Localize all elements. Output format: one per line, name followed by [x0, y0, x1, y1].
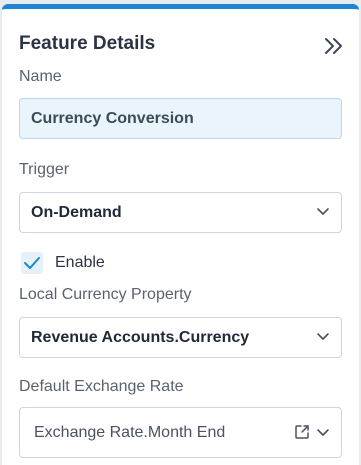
name-label: Name [19, 68, 62, 85]
local-currency-property-label: Local Currency Property [19, 286, 192, 303]
feature-details-panel: Feature Details Name Currency Conversion… [2, 4, 359, 465]
panel-title: Feature Details [19, 33, 156, 54]
name-value: Currency Conversion [31, 110, 194, 127]
trigger-select[interactable]: On-Demand [19, 192, 342, 233]
default-exchange-rate-select[interactable]: Exchange Rate.Month End [19, 407, 342, 458]
chevron-down-icon [317, 208, 329, 215]
double-chevron-right-icon [325, 38, 342, 54]
local-currency-property-value: Revenue Accounts.Currency [31, 329, 250, 346]
default-exchange-rate-value: Exchange Rate.Month End [34, 424, 226, 441]
default-exchange-rate-label: Default Exchange Rate [19, 378, 184, 395]
enable-checkbox[interactable] [21, 252, 43, 274]
chevron-down-icon [317, 333, 329, 340]
chevron-down-icon [317, 429, 329, 436]
local-currency-property-select[interactable]: Revenue Accounts.Currency [19, 317, 342, 358]
enable-label: Enable [55, 254, 105, 271]
collapse-panel-button[interactable] [322, 36, 346, 56]
trigger-label: Trigger [19, 161, 70, 178]
checkmark-icon [24, 257, 40, 269]
external-link-icon[interactable] [294, 424, 310, 440]
trigger-value: On-Demand [31, 204, 122, 221]
name-field: Currency Conversion [19, 98, 342, 139]
